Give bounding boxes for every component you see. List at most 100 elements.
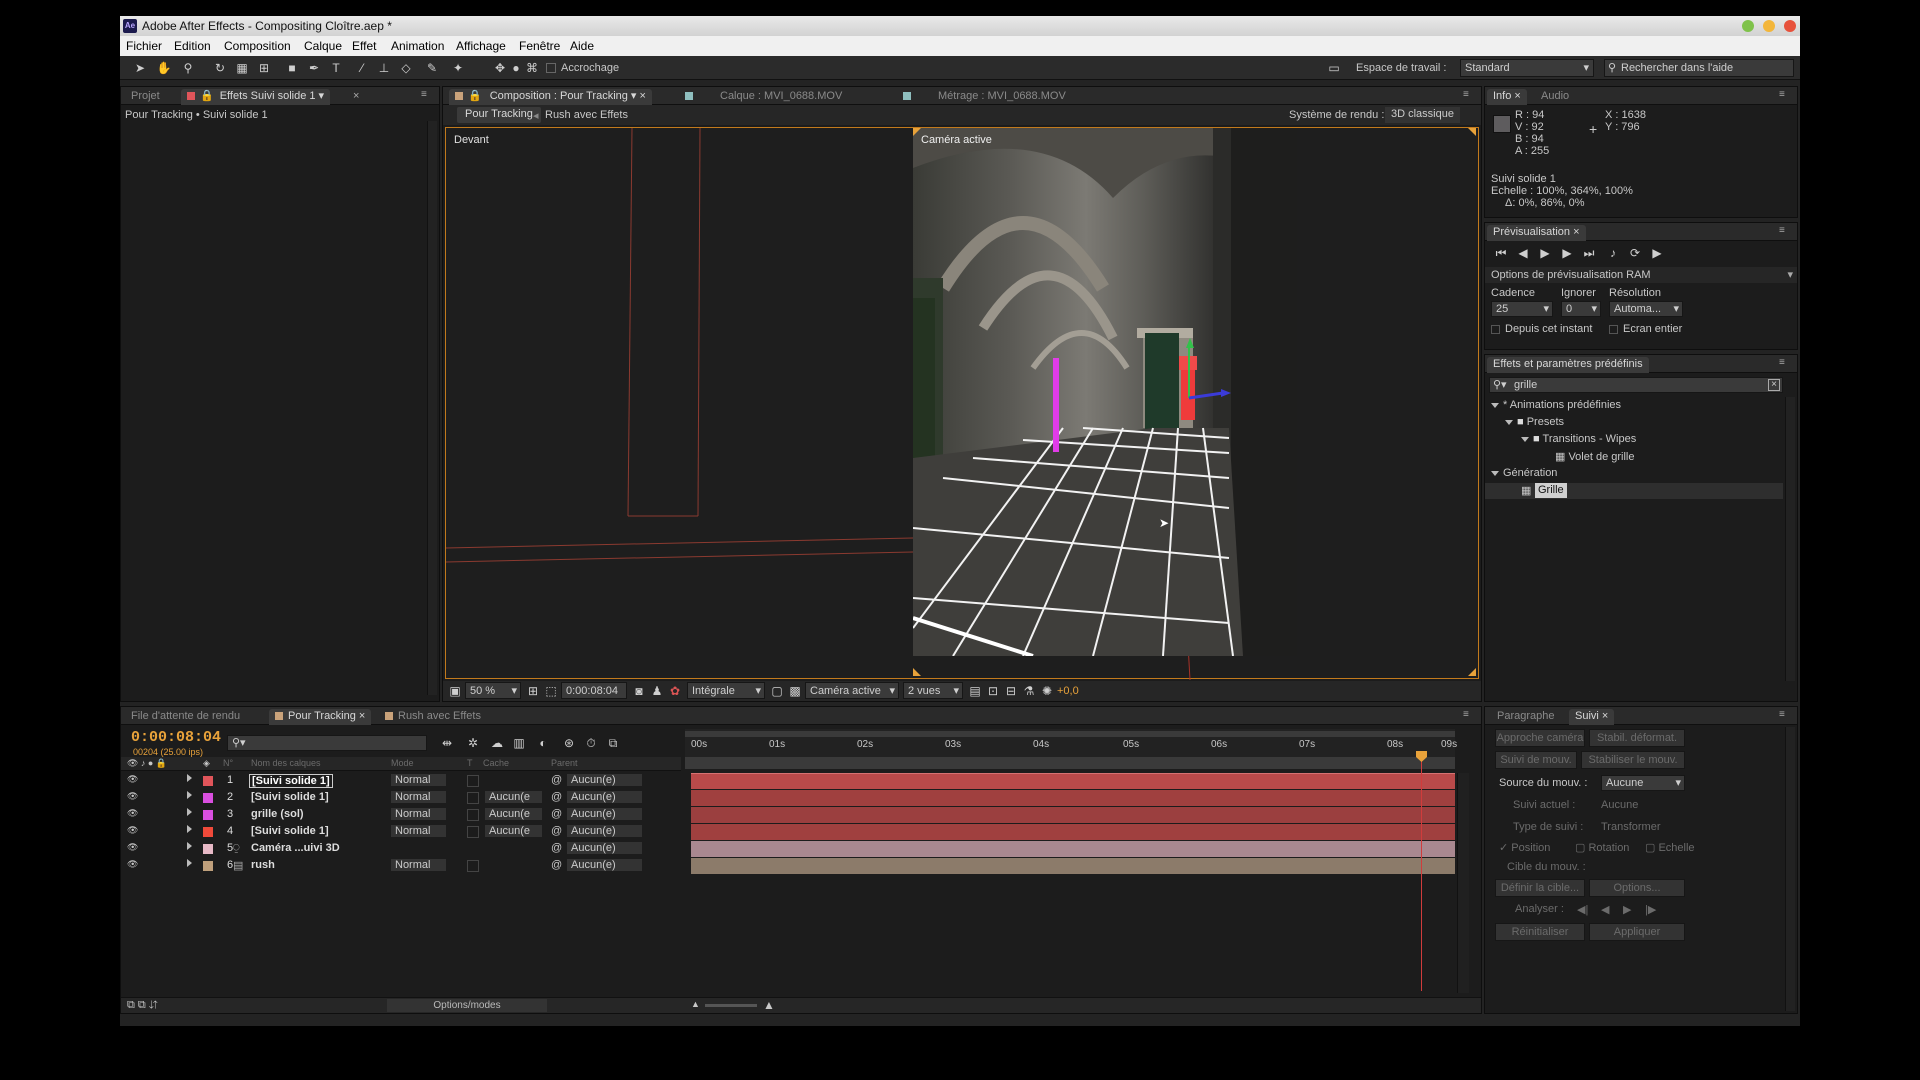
camera-view-frame[interactable]: Caméra active ➤: [913, 128, 1297, 656]
layer-row[interactable]: 👁 3 grille (sol) Normal Aucun(e @ Aucun(…: [121, 807, 681, 824]
effects-search-input[interactable]: ⚲▾ grille ×: [1489, 377, 1783, 393]
parent-select[interactable]: Aucun(e): [567, 808, 642, 820]
panel-menu-icon[interactable]: ≡: [1779, 226, 1791, 236]
pen-tool-icon[interactable]: ✒: [306, 60, 322, 76]
resolution-select[interactable]: Automa... ▾: [1609, 301, 1683, 317]
mode-select[interactable]: Normal: [391, 774, 447, 786]
roto-brush-icon[interactable]: ✎: [424, 60, 440, 76]
panel-menu-icon[interactable]: ≡: [1463, 90, 1475, 100]
safe-zones-icon[interactable]: ⊞: [525, 683, 541, 699]
layer-name[interactable]: rush: [251, 859, 275, 871]
tab-info[interactable]: Info ×: [1487, 89, 1527, 105]
navigator-bar[interactable]: [685, 757, 1455, 769]
always-preview-icon[interactable]: ▣: [447, 683, 463, 699]
track-matte-box[interactable]: [467, 809, 479, 821]
tab-footage[interactable]: Métrage : MVI_0688.MOV: [897, 89, 1072, 105]
twirl-icon[interactable]: [187, 859, 192, 867]
layer-name[interactable]: Caméra ...uivi 3D: [251, 842, 340, 854]
twirl-icon[interactable]: [187, 808, 192, 816]
twirl-icon[interactable]: [187, 774, 192, 782]
frame-blending-icon[interactable]: ▥: [511, 735, 527, 751]
layer-row[interactable]: 👁 2 [Suivi solide 1] Normal Aucun(e @ Au…: [121, 790, 681, 807]
resolution-select[interactable]: Intégrale ▾: [687, 682, 765, 699]
tab-pour-tracking[interactable]: Pour Tracking ×: [269, 709, 372, 725]
rotate-tool-icon[interactable]: ↻: [212, 60, 228, 76]
eye-icon[interactable]: 👁: [127, 791, 138, 802]
layer-bar[interactable]: [691, 807, 1455, 823]
zoom-out-icon[interactable]: ▲: [691, 999, 700, 1009]
tab-render-queue[interactable]: File d'attente de rendu: [125, 709, 246, 725]
toggle-pixel-icon[interactable]: ▤: [967, 683, 983, 699]
draft-3d-icon[interactable]: ✲: [465, 735, 481, 751]
layer-search-input[interactable]: ⚲▾: [227, 735, 427, 751]
track-matte-box[interactable]: [467, 826, 479, 838]
selection-tool-icon[interactable]: ➤: [132, 60, 148, 76]
motion-source-select[interactable]: Aucune ▾: [1601, 775, 1685, 791]
expand-panes-icon[interactable]: ⧉ ⧉ ⇵: [127, 999, 158, 1012]
fast-preview-icon[interactable]: ⊡: [985, 683, 1001, 699]
pickwhip-icon[interactable]: @: [551, 825, 562, 837]
region-interest-icon[interactable]: ▢: [769, 683, 785, 699]
ignore-select[interactable]: 0 ▾: [1561, 301, 1601, 317]
motion-blur-icon[interactable]: ◐: [535, 735, 551, 751]
camera-tool-icon[interactable]: ▦: [234, 60, 250, 76]
menu-fichier[interactable]: Fichier: [126, 39, 162, 53]
scrollbar[interactable]: [1785, 397, 1795, 681]
eye-icon[interactable]: 👁: [127, 825, 138, 836]
eye-icon[interactable]: 👁: [127, 808, 138, 819]
cache-select[interactable]: Aucun(e: [485, 808, 542, 820]
tab-composition[interactable]: 🔒 Composition : Pour Tracking ▾ ×: [449, 89, 652, 105]
snap-checkbox[interactable]: [546, 63, 556, 73]
tree-grid-wipe[interactable]: ▦ Volet de grille: [1555, 450, 1635, 463]
twirl-icon[interactable]: [187, 842, 192, 850]
rotation-checkbox[interactable]: ▢ Rotation: [1575, 841, 1629, 854]
mode-select[interactable]: Normal: [391, 808, 447, 820]
views-select[interactable]: 2 vues ▾: [903, 682, 963, 699]
cache-select[interactable]: Aucun(e: [485, 825, 542, 837]
renderer-select[interactable]: 3D classique: [1385, 107, 1460, 123]
analyze-back-frame-icon[interactable]: ◀|: [1577, 903, 1588, 916]
parent-select[interactable]: Aucun(e): [567, 774, 642, 786]
eye-icon[interactable]: 👁: [127, 774, 138, 785]
menu-composition[interactable]: Composition: [224, 39, 291, 53]
workspace-select[interactable]: Standard ▾: [1460, 59, 1594, 77]
layer-name[interactable]: [Suivi solide 1]: [251, 825, 329, 837]
analyze-backward-icon[interactable]: ◀: [1601, 903, 1609, 916]
position-checkbox[interactable]: ✓ Position: [1499, 841, 1550, 854]
layer-row[interactable]: 👁 4 [Suivi solide 1] Normal Aucun(e @ Au…: [121, 824, 681, 841]
tab-preview[interactable]: Prévisualisation ×: [1487, 225, 1586, 241]
from-current-checkbox[interactable]: [1491, 325, 1500, 334]
tree-transitions[interactable]: ■ Transitions - Wipes: [1521, 433, 1636, 445]
eye-icon[interactable]: 👁: [127, 842, 138, 853]
camera-select[interactable]: Caméra active ▾: [805, 682, 899, 699]
track-matte-box[interactable]: [467, 860, 479, 872]
flowchart-active[interactable]: Pour Tracking: [457, 107, 541, 123]
brainstorm-icon[interactable]: ⊛: [561, 735, 577, 751]
tree-generation[interactable]: Génération: [1491, 467, 1557, 479]
puppet-tool-icon[interactable]: ✦: [450, 60, 466, 76]
close-tab-icon[interactable]: ×: [353, 90, 359, 102]
last-frame-icon[interactable]: ⏭: [1581, 245, 1597, 261]
comp-mini-flowchart-icon[interactable]: ⇹: [439, 735, 455, 751]
layer-row[interactable]: 👁 6 ▤ rush Normal @ Aucun(e): [121, 858, 681, 875]
parent-select[interactable]: Aucun(e): [567, 791, 642, 803]
timeline-icon[interactable]: ⊟: [1003, 683, 1019, 699]
layer-bar[interactable]: [691, 790, 1455, 806]
scale-checkbox[interactable]: ▢ Echelle: [1645, 841, 1695, 854]
stabilize-motion-button[interactable]: Stabiliser le mouv.: [1581, 751, 1685, 769]
eye-icon[interactable]: 👁: [127, 859, 138, 870]
pickwhip-icon[interactable]: @: [551, 808, 562, 820]
pickwhip-icon[interactable]: @: [551, 842, 562, 854]
tab-rush-effets[interactable]: Rush avec Effets: [379, 709, 487, 725]
menu-aide[interactable]: Aide: [570, 39, 594, 53]
tree-animations[interactable]: * Animations prédéfinies: [1491, 399, 1621, 411]
label-color[interactable]: [203, 844, 213, 854]
panel-menu-icon[interactable]: ≡: [1779, 358, 1791, 368]
layer-bar[interactable]: [691, 824, 1455, 840]
label-color[interactable]: [203, 793, 213, 803]
first-frame-icon[interactable]: ⏮: [1493, 245, 1509, 261]
axis-local-icon[interactable]: ✥: [492, 60, 508, 76]
tree-presets[interactable]: ■ Presets: [1505, 416, 1564, 428]
edit-target-button[interactable]: Définir la cible...: [1495, 879, 1585, 897]
analyze-fwd-frame-icon[interactable]: |▶: [1645, 903, 1656, 916]
